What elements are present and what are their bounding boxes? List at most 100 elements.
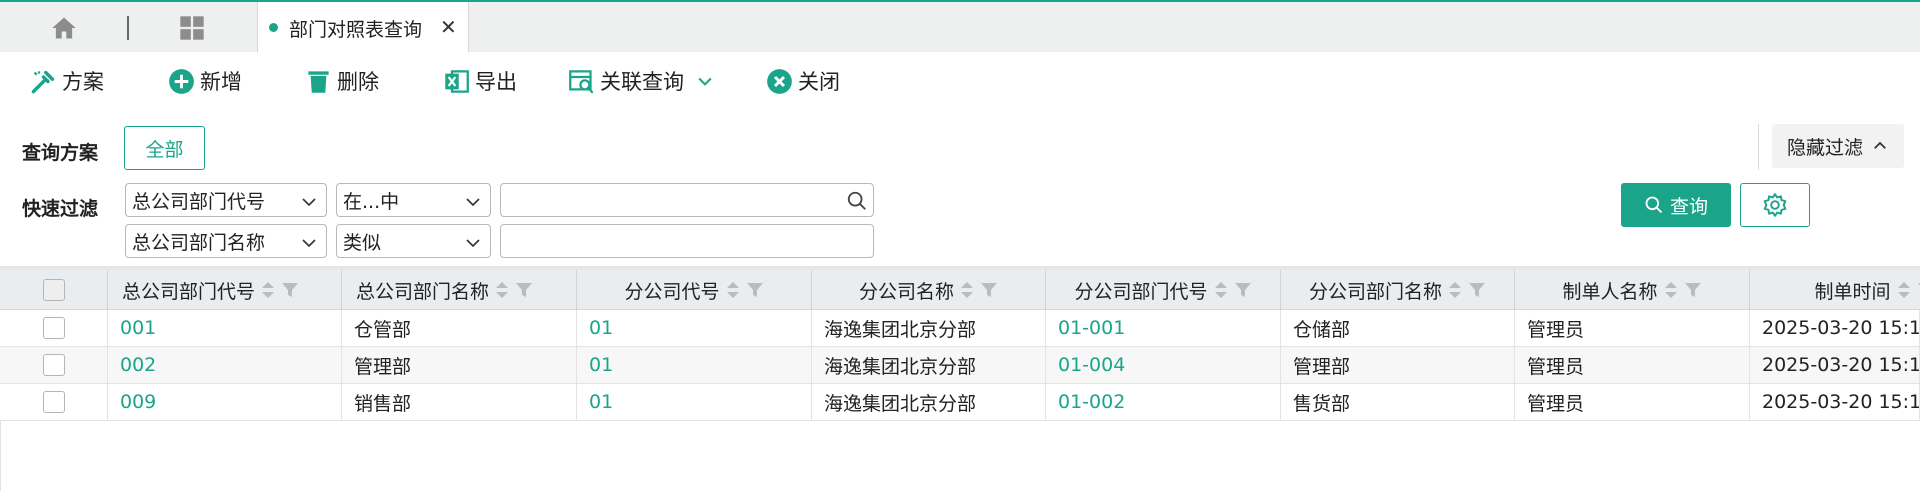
table-cell: 仓储部 (1281, 310, 1515, 347)
table-row-select[interactable] (0, 310, 108, 347)
column-header-label: 分公司代号 (624, 277, 719, 304)
column-header[interactable]: 分公司代号 (577, 270, 812, 310)
close-button[interactable]: 关闭 (766, 66, 840, 96)
sort-icon[interactable] (495, 280, 509, 300)
filter-value-input-2[interactable] (500, 224, 874, 258)
table-cell: 海逸集团北京分部 (812, 310, 1046, 347)
table-cell[interactable]: 01-002 (1046, 384, 1281, 421)
close-label: 关闭 (798, 66, 840, 96)
table-row-select[interactable] (0, 347, 108, 384)
all-scheme-button[interactable]: 全部 (124, 126, 205, 170)
grid-header: 总公司部门代号 总公司部门名称 分公司代号 分公司名称 分公司部门代号 分公司部门名称 制单… (0, 270, 1920, 310)
filter-icon[interactable] (1468, 281, 1486, 299)
column-header-label: 制单时间 (1814, 277, 1890, 304)
table-cell[interactable]: 01-004 (1046, 347, 1281, 384)
column-header[interactable]: 制单人名称 (1515, 270, 1750, 310)
column-header-label: 制单人名称 (1562, 277, 1657, 304)
quick-filter-label: 快速过滤 (22, 194, 98, 221)
close-circle-icon (766, 68, 793, 95)
row-checkbox[interactable] (43, 354, 65, 376)
row-checkbox[interactable] (43, 391, 65, 413)
row-checkbox[interactable] (43, 317, 65, 339)
table-cell[interactable]: 009 (108, 384, 342, 421)
table-cell: 管理部 (1281, 347, 1515, 384)
filter-icon[interactable] (1234, 281, 1252, 299)
export-label: 导出 (475, 66, 517, 96)
add-button[interactable]: 新增 (168, 66, 242, 96)
sort-icon[interactable] (261, 280, 275, 300)
filter-field-select-1[interactable]: 总公司部门代号 (125, 183, 327, 217)
chevron-down-icon (464, 234, 482, 252)
filter-icon[interactable] (1684, 281, 1702, 299)
table-row-select[interactable] (0, 384, 108, 421)
table-cell[interactable]: 002 (108, 347, 342, 384)
header-select-all[interactable] (0, 270, 108, 310)
table-cell: 管理员 (1515, 384, 1750, 421)
related-query-button[interactable]: 关联查询 (568, 66, 715, 96)
sort-icon[interactable] (726, 280, 740, 300)
settings-button[interactable] (1740, 183, 1810, 227)
sort-icon[interactable] (1214, 280, 1228, 300)
query-button[interactable]: 查询 (1621, 183, 1731, 227)
tab-separator (127, 16, 129, 40)
toolbar: 方案 新增 删除 导出 关联查询 (0, 52, 1920, 110)
column-header[interactable]: 总公司部门代号 (108, 270, 342, 310)
filter-value-input-1[interactable] (500, 183, 874, 217)
filter-operator-select-2[interactable]: 类似 (336, 224, 491, 258)
sort-icon[interactable] (1897, 280, 1911, 300)
table-cell: 管理员 (1515, 310, 1750, 347)
gear-icon (1762, 192, 1788, 218)
table-cell[interactable]: 01-001 (1046, 310, 1281, 347)
table-cell[interactable]: 01 (577, 384, 812, 421)
chevron-down-icon (300, 234, 318, 252)
table-cell[interactable]: 001 (108, 310, 342, 347)
tab-label: 部门对照表查询 (289, 15, 422, 42)
table-cell: 2025-03-20 15:1 (1750, 310, 1920, 347)
filter-field-value-1: 总公司部门代号 (132, 187, 265, 214)
column-header[interactable]: 分公司部门名称 (1281, 270, 1515, 310)
table-cell: 海逸集团北京分部 (812, 347, 1046, 384)
column-header[interactable]: 分公司名称 (812, 270, 1046, 310)
table-cell: 售货部 (1281, 384, 1515, 421)
filter-field-value-2: 总公司部门名称 (132, 228, 265, 255)
select-all-checkbox[interactable] (43, 279, 65, 301)
divider (1758, 124, 1759, 170)
filter-operator-value-1: 在...中 (343, 187, 399, 214)
filter-icon[interactable] (281, 281, 299, 299)
table-cell: 管理员 (1515, 347, 1750, 384)
sort-icon[interactable] (960, 280, 974, 300)
filter-icon[interactable] (746, 281, 764, 299)
table-cell: 2025-03-20 15:1 (1750, 384, 1920, 421)
column-header[interactable]: 总公司部门名称 (342, 270, 577, 310)
column-header-label: 分公司部门代号 (1074, 277, 1207, 304)
add-circle-icon (168, 68, 195, 95)
table-cell: 海逸集团北京分部 (812, 384, 1046, 421)
grid-icon[interactable] (178, 14, 206, 42)
chevron-up-icon (1871, 137, 1889, 155)
home-icon[interactable] (50, 14, 78, 42)
scheme-button[interactable]: 方案 (30, 66, 104, 96)
grid-empty-area (0, 421, 1920, 491)
filter-operator-select-1[interactable]: 在...中 (336, 183, 491, 217)
chevron-down-icon (464, 193, 482, 211)
table-cell[interactable]: 01 (577, 310, 812, 347)
filter-icon[interactable] (1917, 281, 1920, 299)
export-button[interactable]: 导出 (443, 66, 517, 96)
column-header-label: 总公司部门代号 (122, 277, 255, 304)
search-icon[interactable] (846, 190, 868, 212)
filter-icon[interactable] (980, 281, 998, 299)
tab-dept-mapping-query[interactable]: 部门对照表查询 ✕ (257, 2, 469, 54)
filter-icon[interactable] (515, 281, 533, 299)
sort-icon[interactable] (1448, 280, 1462, 300)
delete-button[interactable]: 删除 (305, 66, 379, 96)
table-cell[interactable]: 01 (577, 347, 812, 384)
column-header[interactable]: 分公司部门代号 (1046, 270, 1281, 310)
column-header[interactable]: 制单时间 (1750, 270, 1920, 310)
filter-field-select-2[interactable]: 总公司部门名称 (125, 224, 327, 258)
delete-label: 删除 (337, 66, 379, 96)
sort-icon[interactable] (1664, 280, 1678, 300)
scheme-icon (30, 68, 57, 95)
hide-filter-button[interactable]: 隐藏过滤 (1772, 124, 1904, 168)
related-query-icon (568, 68, 595, 95)
tab-close-icon[interactable]: ✕ (440, 15, 457, 39)
